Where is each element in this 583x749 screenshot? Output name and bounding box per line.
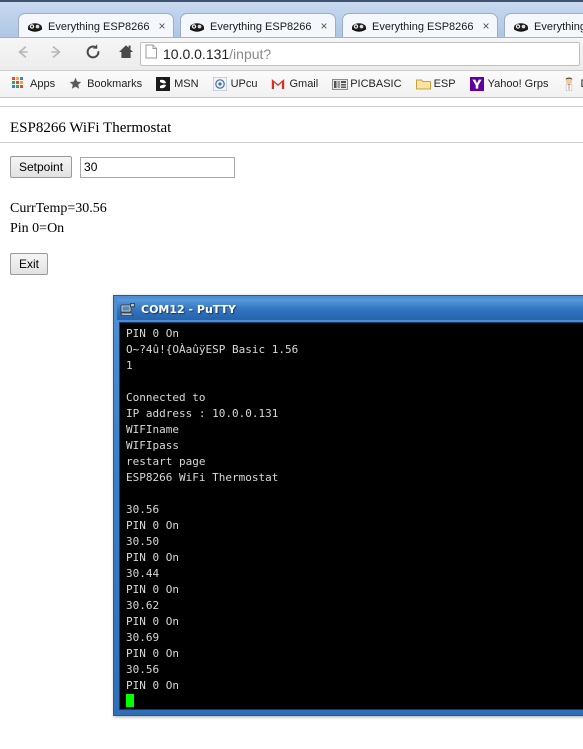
terminal-output: PIN 0 On O~?4û!{OÀaûÿESP Basic 1.56 1 Co… — [126, 326, 583, 709]
back-arrow-icon — [13, 42, 33, 67]
bookmark-label: ESP — [433, 78, 456, 90]
bookmark-yahoo-grps[interactable]: Yahoo! Grps — [464, 74, 555, 94]
esp8266-favicon — [189, 19, 205, 35]
tab-title: Everything ESP8266 - — [372, 21, 475, 33]
page-title: ESP8266 WiFi Thermostat — [10, 120, 172, 136]
setpoint-button[interactable]: Setpoint — [10, 156, 73, 178]
exit-button[interactable]: Exit — [10, 253, 49, 275]
star-icon — [69, 77, 83, 91]
putty-window[interactable]: COM12 - PuTTY PIN 0 On O~?4û!{OÀaûÿESP B… — [113, 295, 583, 716]
bookmark-label: MSN — [174, 78, 199, 90]
bookmark-bookmarks[interactable]: Bookmarks — [63, 74, 148, 94]
page-document-icon — [145, 44, 158, 64]
browser-tab-3[interactable]: Everything ESP8266 - × — [342, 13, 498, 40]
reload-icon — [83, 42, 103, 67]
close-icon[interactable]: × — [155, 20, 169, 34]
putty-window-frame: COM12 - PuTTY PIN 0 On O~?4û!{OÀaûÿESP B… — [114, 296, 583, 715]
close-icon[interactable]: × — [317, 20, 331, 34]
pin-state-line: Pin 0=On — [10, 221, 65, 236]
home-button[interactable] — [111, 40, 140, 69]
url-path: /input? — [229, 46, 272, 62]
bookmark-msn[interactable]: MSN — [150, 74, 204, 94]
msn-butterfly-icon — [156, 77, 171, 91]
browser-tabstrip: Everything ESP8266 - × Everything ESP826… — [0, 0, 583, 40]
putty-titlebar[interactable]: COM12 - PuTTY — [117, 299, 583, 320]
browser-tab-1[interactable]: Everything ESP8266 - × — [18, 13, 174, 40]
address-bar[interactable]: 10.0.0.131/input? — [140, 42, 580, 66]
address-bar-text: 10.0.0.131/input? — [163, 46, 271, 62]
home-icon — [116, 42, 136, 67]
browser-tab-4[interactable]: Everything × — [504, 13, 583, 40]
bookmark-esp[interactable]: ESP — [410, 74, 462, 94]
bookmark-label: Yahoo! Grps — [487, 78, 549, 90]
bookmark-label: PICBASIC — [350, 78, 402, 90]
upcu-icon — [212, 76, 228, 92]
picbasic-icon — [332, 77, 349, 91]
back-button[interactable] — [8, 40, 37, 69]
exit-form: Exit — [10, 253, 49, 275]
browser-tab-2[interactable]: Everything ESP8266 - × — [180, 13, 336, 40]
close-icon[interactable]: × — [479, 20, 493, 34]
dilbert-icon — [563, 77, 577, 91]
tab-title: Everything — [534, 21, 583, 33]
esp8266-favicon — [513, 19, 529, 35]
tab-title: Everything ESP8266 - — [48, 21, 151, 33]
forward-arrow-icon — [46, 42, 66, 67]
screen-root: Everything ESP8266 - × Everything ESP826… — [0, 0, 583, 749]
putty-title-text: COM12 - PuTTY — [141, 303, 237, 316]
folder-icon — [415, 77, 431, 91]
bookmark-label: UPcu — [230, 78, 258, 90]
bookmarks-bar: Apps Bookmarks MSN UPcu Gmail PICBASIC E… — [0, 71, 583, 98]
status-readout: CurrTemp=30.56 Pin 0=On — [10, 199, 107, 239]
current-temp-line: CurrTemp=30.56 — [10, 201, 107, 216]
url-host: 10.0.0.131 — [163, 46, 230, 62]
bookmark-label: Apps — [30, 78, 56, 90]
bookmark-upcu[interactable]: UPcu — [207, 74, 264, 94]
yahoo-y-icon — [469, 77, 484, 91]
tab-title: Everything ESP8266 - — [210, 21, 313, 33]
reload-button[interactable] — [78, 40, 107, 69]
setpoint-form: Setpoint — [10, 156, 236, 178]
apps-grid-icon — [12, 77, 26, 91]
bookmark-apps[interactable]: Apps — [6, 74, 61, 94]
bookmark-dilbert[interactable]: Dilb — [557, 74, 583, 94]
browser-toolbar: 10.0.0.131/input? — [0, 38, 583, 71]
terminal-cursor — [126, 694, 134, 707]
content-divider-mid — [0, 142, 583, 143]
forward-button[interactable] — [41, 40, 70, 69]
esp8266-favicon — [351, 19, 367, 35]
bookmark-gmail[interactable]: Gmail — [265, 74, 324, 94]
content-divider-top — [0, 106, 583, 107]
esp8266-favicon — [27, 19, 43, 35]
setpoint-input[interactable] — [80, 156, 236, 178]
bookmark-label: Bookmarks — [87, 78, 143, 90]
putty-terminal[interactable]: PIN 0 On O~?4û!{OÀaûÿESP Basic 1.56 1 Co… — [119, 322, 583, 710]
bookmark-label: Gmail — [289, 78, 319, 90]
gmail-m-icon — [271, 77, 285, 91]
bookmark-picbasic[interactable]: PICBASIC — [326, 74, 407, 94]
putty-computer-icon — [119, 302, 136, 318]
